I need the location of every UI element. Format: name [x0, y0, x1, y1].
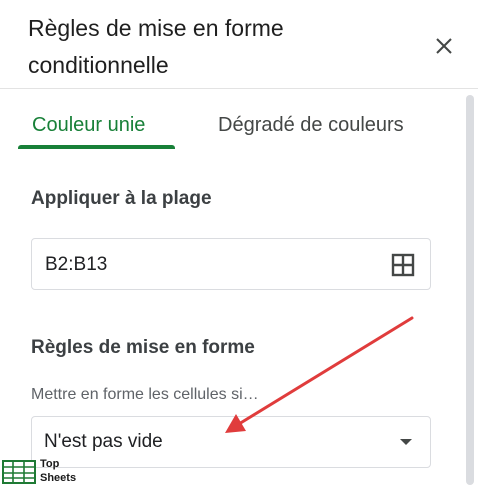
apply-range-label: Appliquer à la plage — [31, 188, 212, 209]
watermark-line-2: Sheets — [40, 472, 77, 484]
tab-solid-color[interactable]: Couleur unie — [32, 100, 145, 148]
panel-title: Règles de mise en forme conditionnelle — [28, 15, 284, 78]
topsheets-watermark: Top Sheets — [0, 455, 90, 485]
tab-bar: Couleur unie Dégradé de couleurs — [0, 100, 460, 150]
condition-dropdown[interactable]: N'est pas vide — [31, 416, 431, 468]
range-input[interactable]: B2:B13 — [31, 238, 431, 290]
tab-color-scale[interactable]: Dégradé de couleurs — [218, 100, 404, 148]
format-rules-label: Règles de mise en forme — [31, 337, 255, 358]
scrollbar[interactable] — [466, 95, 474, 485]
range-value: B2:B13 — [45, 254, 108, 275]
close-icon — [436, 38, 452, 54]
red-arrow-shaft — [232, 316, 414, 429]
dropdown-triangle-icon — [400, 439, 412, 445]
close-button[interactable] — [428, 30, 460, 62]
active-tab-indicator — [18, 145, 175, 149]
panel-header: Règles de mise en forme conditionnelle — [0, 0, 478, 89]
topsheets-logo — [2, 460, 36, 484]
grid-select-icon[interactable] — [390, 252, 416, 278]
watermark-line-1: Top — [40, 458, 60, 470]
watermark-text: Top Sheets — [40, 457, 76, 485]
format-cells-if-label: Mettre en forme les cellules si… — [31, 386, 259, 403]
